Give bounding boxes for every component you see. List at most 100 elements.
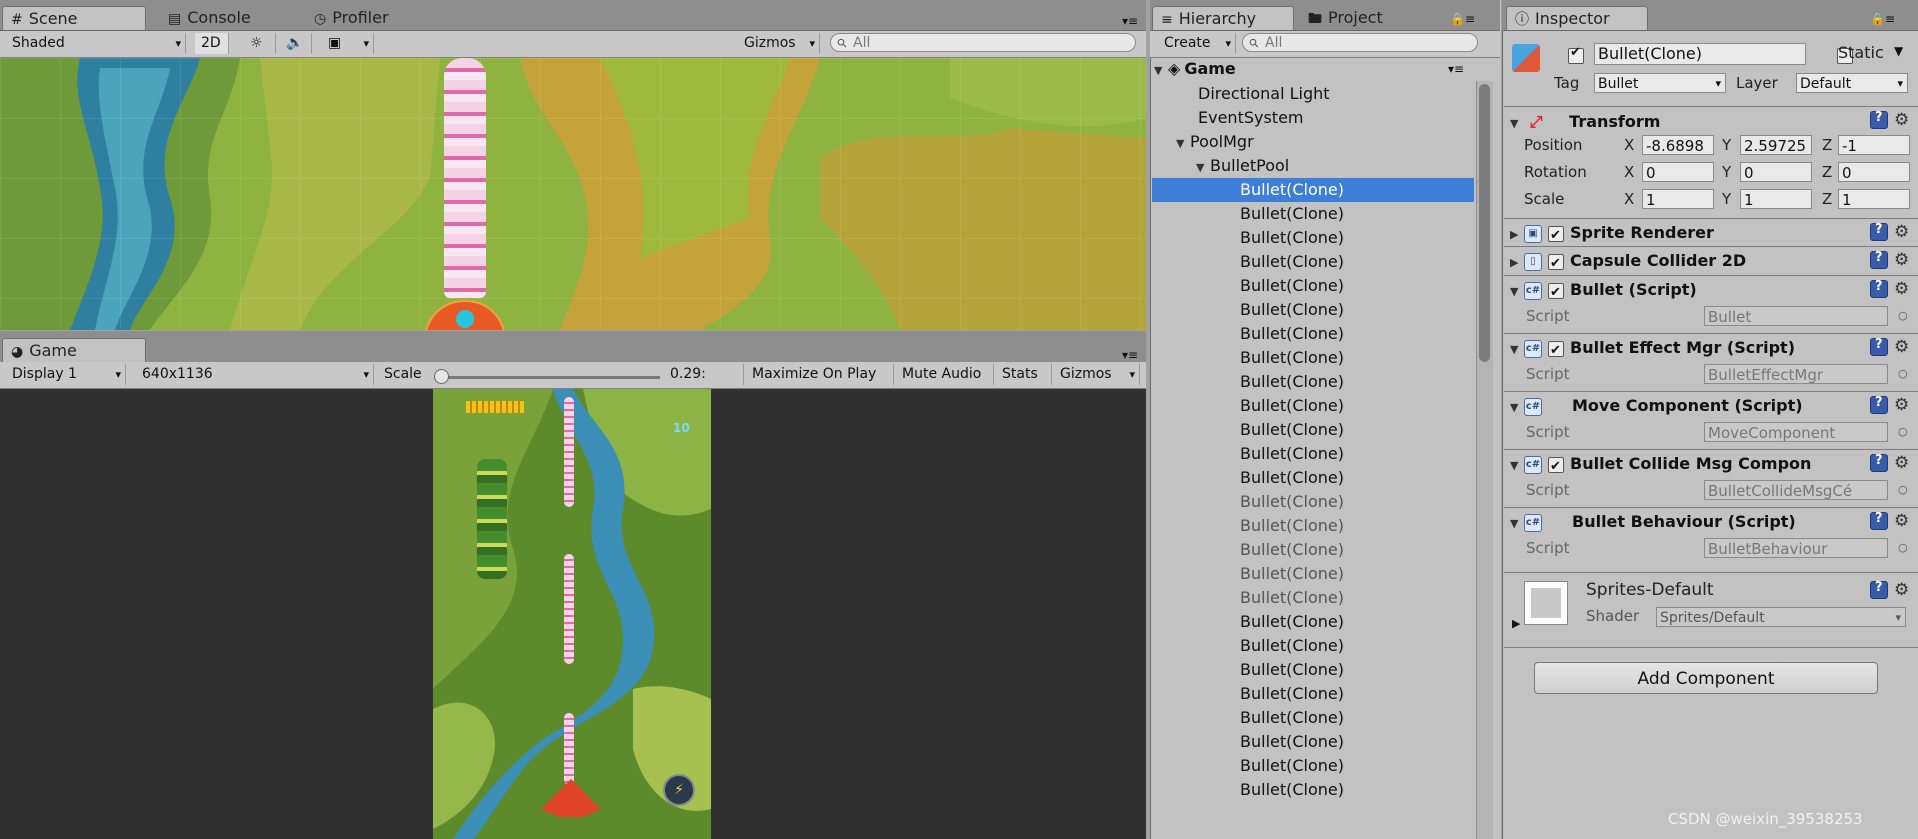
tab-inspector[interactable]: ⓘ Inspector xyxy=(1506,6,1648,30)
hierarchy-row[interactable]: Bullet(Clone) xyxy=(1154,394,1474,418)
hierarchy-row[interactable]: Bullet(Clone) xyxy=(1154,658,1474,682)
script-field[interactable]: Bullet xyxy=(1704,306,1888,326)
component-header[interactable]: ▶▣ Sprite Renderer xyxy=(1504,220,1918,249)
collapse-arrow-icon[interactable]: ▼ xyxy=(1510,453,1524,479)
hierarchy-row[interactable]: Bullet(Clone) xyxy=(1154,418,1474,442)
scene-search-input[interactable]: All xyxy=(830,33,1136,52)
help-book-icon[interactable] xyxy=(1870,395,1888,414)
settings-gear-icon[interactable]: ⚙ xyxy=(1894,280,1912,298)
settings-gear-icon[interactable]: ⚙ xyxy=(1894,251,1912,269)
transform-position-z-field[interactable]: -1 xyxy=(1838,135,1910,155)
hierarchy-row[interactable]: Bullet(Clone) xyxy=(1154,466,1474,490)
hierarchy-row[interactable]: Bullet(Clone) xyxy=(1154,250,1474,274)
hierarchy-row[interactable]: Bullet(Clone) xyxy=(1154,730,1474,754)
shader-dropdown[interactable]: Sprites/Default xyxy=(1656,607,1906,628)
hierarchy-row[interactable]: Bullet(Clone) xyxy=(1154,706,1474,730)
transform-position-x-field[interactable]: -8.6898 xyxy=(1642,135,1714,155)
component-header[interactable]: ▼c# Bullet Collide Msg Compon xyxy=(1504,451,1918,480)
expand-arrow-icon[interactable]: ▼ xyxy=(1154,59,1168,83)
transform-scale-z-field[interactable]: 1 xyxy=(1838,189,1910,209)
collapse-arrow-icon[interactable]: ▼ xyxy=(1510,111,1524,137)
collapse-arrow-icon[interactable]: ▼ xyxy=(1510,279,1524,305)
material-expand-icon[interactable]: ▶ xyxy=(1512,617,1520,630)
audio-icon[interactable]: 🔈 xyxy=(280,33,312,54)
display-dropdown[interactable]: Display 1 xyxy=(6,364,126,385)
tag-dropdown[interactable]: Bullet xyxy=(1594,73,1726,94)
maximize-on-play-toggle[interactable]: Maximize On Play xyxy=(746,364,894,385)
hierarchy-row[interactable]: Bullet(Clone) xyxy=(1154,370,1474,394)
hierarchy-scrollbar-thumb[interactable] xyxy=(1479,84,1490,362)
hierarchy-row[interactable]: Bullet(Clone) xyxy=(1154,778,1474,802)
component-header[interactable]: ▼ c# Move Component (Script) xyxy=(1504,393,1918,419)
hierarchy-row[interactable]: Bullet(Clone) xyxy=(1154,514,1474,538)
transform-scale-x-field[interactable]: 1 xyxy=(1642,189,1714,209)
material-help-icon[interactable] xyxy=(1870,580,1888,599)
shading-dropdown[interactable]: Shaded xyxy=(6,33,186,54)
transform-rotation-y-field[interactable]: 0 xyxy=(1740,162,1812,182)
component-enabled-checkbox[interactable] xyxy=(1548,223,1564,249)
hierarchy-row[interactable]: Bullet(Clone) xyxy=(1154,274,1474,298)
tab-project[interactable]: 🖿 Project xyxy=(1300,6,1420,30)
resolution-dropdown[interactable]: 640x1136 xyxy=(136,364,374,385)
script-field[interactable]: MoveComponent xyxy=(1704,422,1888,442)
component-header[interactable]: ▼c# Bullet (Script) xyxy=(1504,277,1918,306)
bomb-button-icon[interactable]: ⚡ xyxy=(663,774,695,806)
game-panel-menu-icon[interactable]: ▾≡ xyxy=(1122,348,1138,362)
scale-slider[interactable] xyxy=(438,376,660,379)
collapse-arrow-icon[interactable]: ▼ xyxy=(1510,337,1524,363)
scene-menu-icon[interactable]: ▾≡ xyxy=(1448,62,1464,76)
create-dropdown[interactable]: Create xyxy=(1158,33,1236,54)
hierarchy-row[interactable]: Bullet(Clone) xyxy=(1154,490,1474,514)
collapse-arrow-icon[interactable]: ▼ xyxy=(1510,511,1524,537)
hierarchy-row[interactable]: Bullet(Clone) xyxy=(1154,298,1474,322)
game-gizmos-dropdown[interactable]: Gizmos xyxy=(1054,364,1140,385)
hierarchy-row[interactable]: Bullet(Clone) xyxy=(1154,754,1474,778)
settings-gear-icon[interactable]: ⚙ xyxy=(1894,396,1912,414)
static-dropdown-icon[interactable]: ▼ xyxy=(1894,44,1903,58)
object-picker-icon[interactable]: ○ xyxy=(1898,421,1908,443)
scene-root-row[interactable]: ▼ ◈ Game xyxy=(1154,57,1476,81)
hierarchy-row[interactable]: Bullet(Clone) xyxy=(1154,586,1474,610)
2d-toggle[interactable]: 2D xyxy=(195,33,229,54)
help-book-icon[interactable] xyxy=(1870,337,1888,356)
help-book-icon[interactable] xyxy=(1870,222,1888,241)
mute-audio-toggle[interactable]: Mute Audio xyxy=(896,364,994,385)
transform-rotation-z-field[interactable]: 0 xyxy=(1838,162,1910,182)
help-book-icon[interactable] xyxy=(1870,511,1888,530)
hierarchy-row[interactable]: Bullet(Clone) xyxy=(1154,226,1474,250)
hierarchy-row[interactable]: Directional Light xyxy=(1154,82,1474,106)
inspector-lock-icon[interactable]: 🔒≡ xyxy=(1870,12,1895,26)
tab-game[interactable]: ◕ Game xyxy=(2,338,146,362)
transform-header[interactable]: ▼ ⤢ Transform xyxy=(1504,109,1918,135)
hierarchy-row[interactable]: Bullet(Clone) xyxy=(1154,538,1474,562)
hierarchy-row[interactable]: Bullet(Clone) xyxy=(1154,610,1474,634)
tab-console[interactable]: ▤ Console xyxy=(160,6,270,30)
material-settings-icon[interactable]: ⚙ xyxy=(1894,581,1912,599)
component-header[interactable]: ▼c# Bullet Effect Mgr (Script) xyxy=(1504,335,1918,364)
script-field[interactable]: BulletCollideMsgCé xyxy=(1704,480,1888,500)
expand-arrow-icon[interactable]: ▼ xyxy=(1176,132,1190,156)
hierarchy-row[interactable]: Bullet(Clone) xyxy=(1154,442,1474,466)
stats-toggle[interactable]: Stats xyxy=(996,364,1052,385)
transform-position-y-field[interactable]: 2.59725 xyxy=(1740,135,1812,155)
help-book-icon[interactable] xyxy=(1870,453,1888,472)
active-checkbox[interactable] xyxy=(1568,45,1584,64)
component-enabled-checkbox[interactable] xyxy=(1548,454,1564,480)
object-picker-icon[interactable]: ○ xyxy=(1898,537,1908,559)
expand-arrow-icon[interactable]: ▶ xyxy=(1510,222,1524,248)
script-field[interactable]: BulletEffectMgr xyxy=(1704,364,1888,384)
hierarchy-row[interactable]: Bullet(Clone) xyxy=(1154,682,1474,706)
tab-hierarchy[interactable]: ≡ Hierarchy xyxy=(1152,6,1294,30)
hierarchy-row-selected[interactable]: Bullet(Clone) xyxy=(1152,178,1474,202)
hierarchy-row[interactable]: Bullet(Clone) xyxy=(1154,562,1474,586)
layer-dropdown[interactable]: Default xyxy=(1796,73,1908,94)
hierarchy-row[interactable]: Bullet(Clone) xyxy=(1154,346,1474,370)
help-book-icon[interactable] xyxy=(1870,250,1888,269)
expand-arrow-icon[interactable]: ▼ xyxy=(1196,156,1210,180)
component-header[interactable]: ▶▯ Capsule Collider 2D xyxy=(1504,248,1918,277)
tab-profiler[interactable]: ◷ Profiler xyxy=(306,6,416,30)
settings-gear-icon[interactable]: ⚙ xyxy=(1894,338,1912,356)
tab-scene[interactable]: # Scene xyxy=(2,6,146,30)
lock-icon[interactable]: 🔒≡ xyxy=(1450,12,1475,26)
scene-viewport[interactable] xyxy=(0,58,1146,330)
